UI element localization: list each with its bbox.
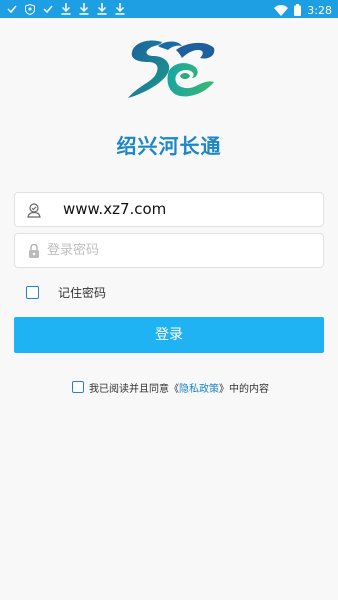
remember-password[interactable]: 记住密码 [26, 284, 106, 300]
privacy-policy-link[interactable]: 隐私政策 [179, 380, 219, 395]
system-icons: 3:28 [274, 1, 332, 20]
app-title: 绍兴河长通 [116, 134, 222, 158]
download-icon [78, 2, 90, 16]
lock-icon [26, 243, 42, 259]
agreement-checkbox[interactable] [72, 381, 84, 393]
app-logo [120, 36, 218, 108]
download-icon [114, 2, 126, 16]
login-button[interactable]: 登录 [14, 317, 324, 353]
password-input[interactable] [47, 234, 317, 267]
check-icon [6, 2, 18, 16]
battery-icon [294, 1, 302, 20]
agreement-suffix: 中的内容 [229, 383, 269, 395]
download-icon [96, 2, 108, 16]
username-field[interactable]: www.xz7.com [14, 192, 324, 227]
shield-icon [24, 2, 36, 16]
check-icon [42, 2, 54, 16]
wifi-icon [274, 1, 289, 20]
privacy-agreement: 我已阅读并且同意 《 隐私政策 》 中的内容 [72, 379, 269, 395]
agreement-close-quote: 》 [219, 383, 229, 395]
remember-label: 记住密码 [58, 285, 107, 300]
password-field[interactable] [14, 233, 324, 268]
download-icon [60, 2, 72, 16]
agreement-open-quote: 《 [169, 383, 179, 395]
agreement-prefix: 我已阅读并且同意 [89, 383, 169, 395]
username-value[interactable]: www.xz7.com [63, 193, 166, 226]
user-location-icon [26, 202, 42, 218]
notification-icons [6, 2, 126, 16]
status-time: 3:28 [307, 3, 332, 17]
remember-checkbox[interactable] [26, 285, 39, 299]
status-bar: 3:28 [0, 0, 338, 18]
